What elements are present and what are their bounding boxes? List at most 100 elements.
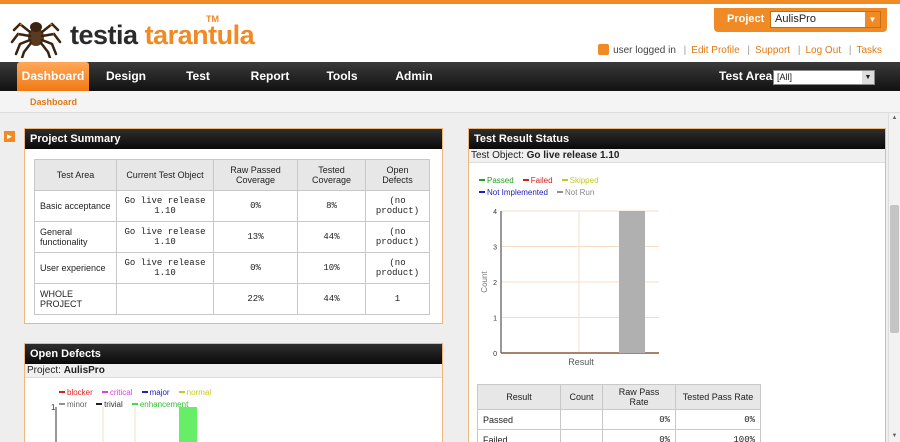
cell-tested-coverage: 10% [297, 252, 366, 284]
project-name: AulisPro [63, 365, 105, 376]
nav-dashboard[interactable]: Dashboard [17, 62, 89, 91]
col-raw-passed-coverage: Raw Passed Coverage [213, 159, 298, 191]
col-test-area: Test Area [34, 159, 117, 191]
support-link[interactable]: Support [755, 45, 790, 56]
scrollbar-thumb[interactable] [890, 205, 899, 333]
cell-raw-coverage: 0% [213, 190, 298, 222]
col-result: Result [477, 384, 561, 410]
cell-test-object[interactable]: Go live release 1.10 [116, 252, 214, 284]
open-defects-project: Project: AulisPro [25, 364, 442, 378]
nav-report[interactable]: Report [240, 62, 300, 91]
result-y-label: Count [480, 271, 489, 293]
dashboard-content: ► Project Summary Test Area Current Test… [0, 113, 900, 442]
project-select[interactable]: AulisPro ▼ [770, 11, 881, 28]
user-icon [598, 44, 610, 55]
legend-failed: Failed [522, 176, 553, 185]
nav-tools[interactable]: Tools [314, 62, 370, 91]
cell-open-defects: 1 [365, 283, 430, 315]
cell-test-area[interactable]: Basic acceptance [34, 190, 117, 222]
cell-test-area: WHOLE PROJECT [34, 283, 117, 315]
test-object-name: Go live release 1.10 [526, 150, 620, 161]
cell-tested-coverage: 44% [297, 283, 366, 315]
result-ytick: 4 [493, 209, 497, 216]
col-open-defects: Open Defects [365, 159, 430, 191]
project-summary-panel: Project Summary Test Area Current Test O… [24, 128, 443, 324]
expand-sidebar-icon[interactable]: ► [4, 131, 15, 142]
test-area-label: Test Area [719, 69, 773, 83]
col-current-test-object: Current Test Object [116, 159, 214, 191]
tarantula-logo-icon[interactable] [10, 12, 62, 58]
cell-test-object [116, 283, 214, 315]
project-selector: Project AulisPro ▼ [714, 8, 887, 32]
nav-admin[interactable]: Admin [386, 62, 442, 91]
brand-name-part2: tarantula [144, 20, 255, 50]
cell-open-defects: (no product) [365, 221, 430, 253]
project-summary-table: Test Area Current Test Object Raw Passed… [34, 159, 430, 315]
cell-open-defects: (no product) [365, 190, 430, 222]
subnav-dashboard[interactable]: Dashboard [30, 97, 77, 107]
cell-tested-coverage: 8% [297, 190, 366, 222]
cell-raw-coverage: 0% [213, 252, 298, 284]
test-object-caption: Test Object: [471, 150, 524, 161]
nav-design[interactable]: Design [96, 62, 156, 91]
header: testia tarantula TM Project AulisPro ▼ u… [0, 4, 900, 62]
cell-count [560, 429, 603, 442]
main-nav: Dashboard Design Test Report Tools Admin… [0, 62, 900, 91]
nav-test[interactable]: Test [172, 62, 224, 91]
col-tested-coverage: Tested Coverage [297, 159, 366, 191]
brand-name-part1: testia [70, 20, 138, 50]
test-area-value: [All] [777, 72, 793, 82]
sub-nav: Dashboard [0, 91, 900, 113]
test-area-select[interactable]: [All] ▼ [773, 70, 875, 85]
test-result-chart: 0 1 2 3 4 Result Count [480, 209, 659, 367]
user-status: user logged in [613, 45, 676, 56]
test-result-title: Test Result Status [469, 129, 885, 149]
table-row: Passed 0% 0% [477, 409, 761, 430]
page-scrollbar[interactable]: ▲ ▼ [888, 113, 900, 442]
user-links: user logged in | Edit Profile | Support | L… [598, 44, 882, 56]
cell-raw-pass-rate: 0% [602, 409, 676, 430]
tasks-link[interactable]: Tasks [856, 45, 882, 56]
cell-test-area[interactable]: User experience [34, 252, 117, 284]
result-x-label: Result [568, 357, 594, 367]
col-count: Count [560, 384, 603, 410]
cell-tested-coverage: 44% [297, 221, 366, 253]
open-defects-title: Open Defects [25, 344, 442, 364]
cell-raw-coverage: 22% [213, 283, 298, 315]
test-result-panel: Test Result Status Test Object: Go live … [468, 128, 886, 442]
cell-tested-pass-rate: 100% [675, 429, 761, 442]
defects-chart-svg: 1 [51, 403, 197, 442]
cell-test-object[interactable]: Go live release 1.10 [116, 190, 214, 222]
open-defects-panel: Open Defects Project: AulisPro blocker c… [24, 343, 443, 442]
cell-raw-coverage: 13% [213, 221, 298, 253]
result-ytick: 1 [493, 316, 497, 323]
legend-skipped: Skipped [561, 176, 599, 185]
defects-bar-enhancement [179, 407, 197, 442]
cell-result: Passed [477, 409, 561, 430]
project-caption: Project: [27, 365, 61, 376]
cell-test-object[interactable]: Go live release 1.10 [116, 221, 214, 253]
cell-tested-pass-rate: 0% [675, 409, 761, 430]
cell-open-defects: (no product) [365, 252, 430, 284]
table-row: General functionality Go live release 1.… [34, 221, 430, 253]
brand-trademark: TM [206, 14, 219, 24]
table-row: Basic acceptance Go live release 1.10 0%… [34, 190, 430, 222]
result-table: Result Count Raw Pass Rate Tested Pass R… [477, 384, 761, 442]
scroll-down-icon[interactable]: ▼ [889, 431, 900, 442]
chevron-down-icon[interactable]: ▼ [865, 12, 880, 27]
brand-logo[interactable]: testia tarantula [70, 20, 255, 51]
scroll-up-icon[interactable]: ▲ [889, 113, 900, 124]
cell-test-area[interactable]: General functionality [34, 221, 117, 253]
test-object-line: Test Object: Go live release 1.10 [469, 149, 885, 163]
legend-passed: Passed [479, 176, 514, 185]
result-ytick: 3 [493, 245, 497, 252]
log-out-link[interactable]: Log Out [805, 45, 841, 56]
cell-raw-pass-rate: 0% [602, 429, 676, 442]
col-tested-pass-rate: Tested Pass Rate [675, 384, 761, 410]
edit-profile-link[interactable]: Edit Profile [691, 45, 739, 56]
table-row: Failed 0% 100% [477, 429, 761, 442]
project-select-value: AulisPro [775, 13, 816, 25]
chevron-down-icon[interactable]: ▼ [862, 71, 874, 84]
col-raw-pass-rate: Raw Pass Rate [602, 384, 676, 410]
result-bar-not-run [619, 211, 645, 353]
